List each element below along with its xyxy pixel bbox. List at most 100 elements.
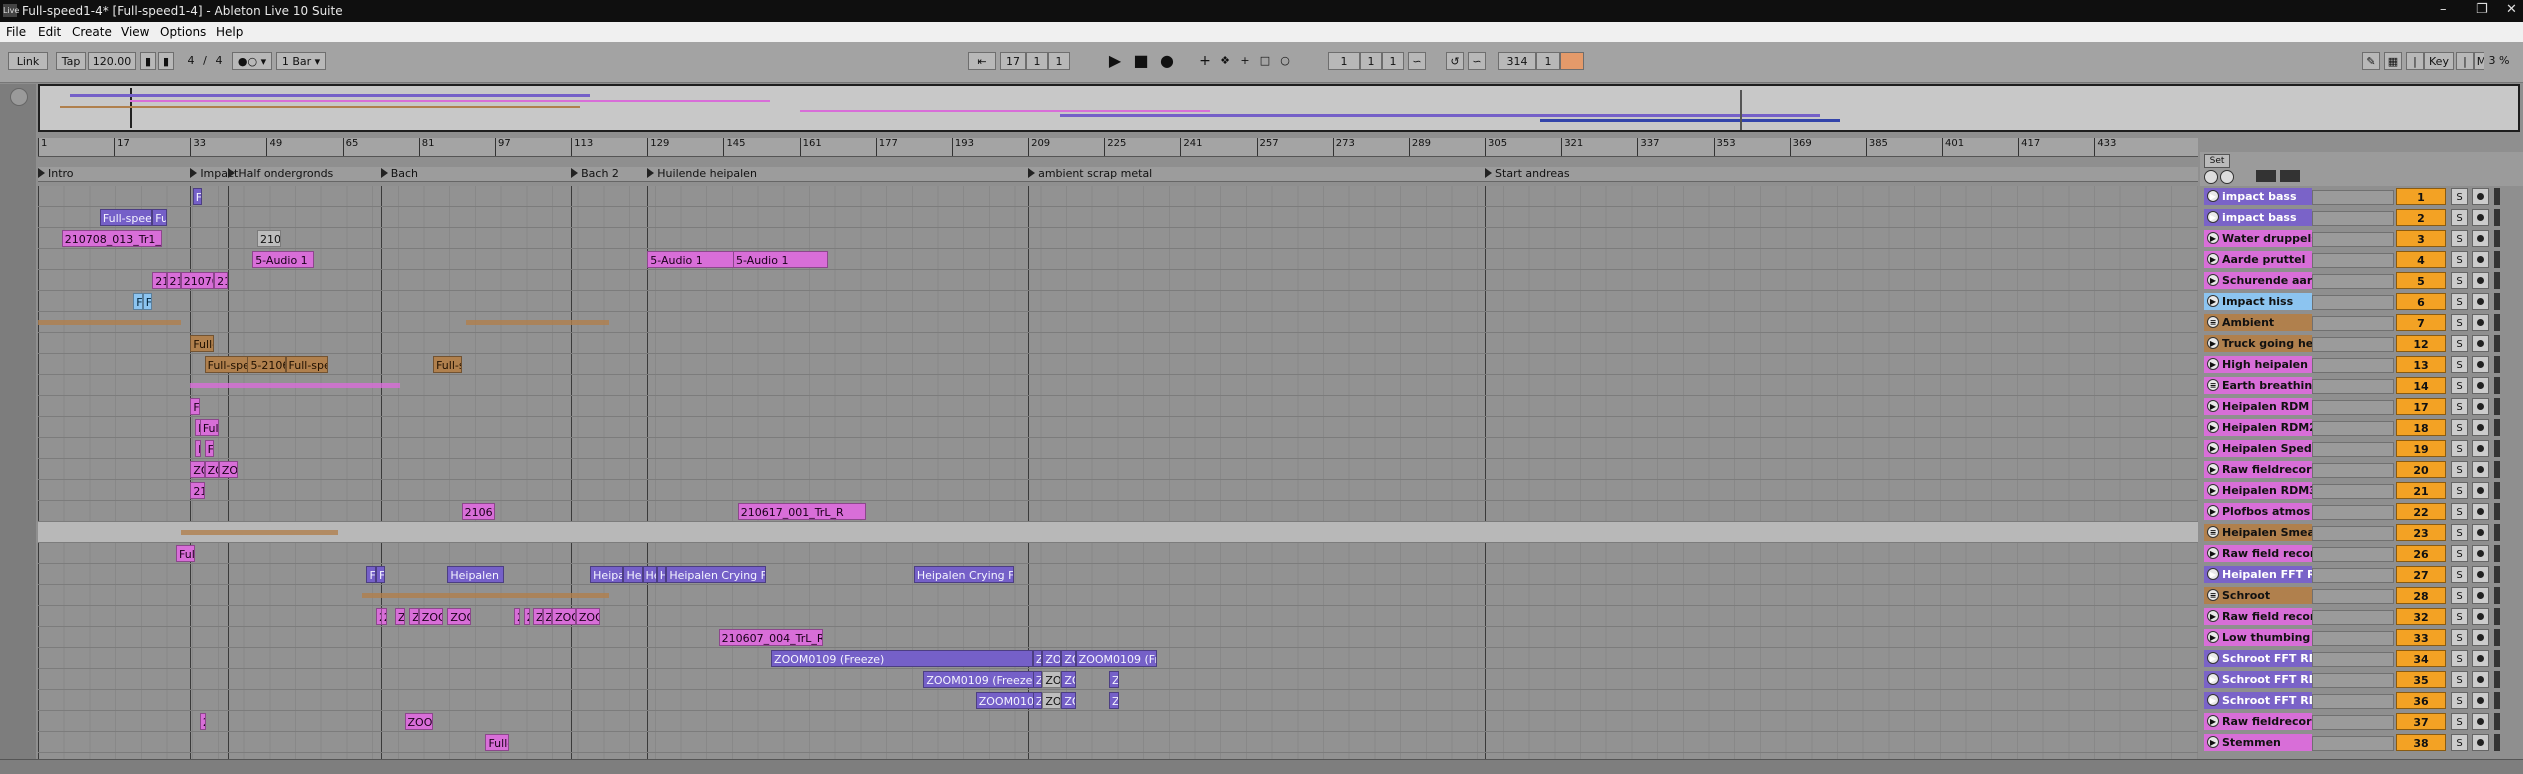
track-name[interactable]: ▶ Plofbos atmos — [2204, 503, 2312, 520]
track-activator-button[interactable]: 32 — [2396, 608, 2446, 625]
clip[interactable]: Full-s — [176, 545, 196, 562]
solo-button[interactable]: S — [2451, 734, 2468, 751]
record-icon[interactable]: ● — [1158, 52, 1176, 70]
loop-start-bar[interactable]: 1 — [1328, 52, 1360, 70]
arrangement-lane[interactable] — [38, 396, 2198, 417]
arm-record-button[interactable] — [2472, 293, 2489, 310]
group-fold-icon[interactable]: ≡ — [2207, 316, 2219, 328]
arrangement-lane[interactable] — [38, 312, 2198, 333]
track-header[interactable]: ≡ Schroot 28 S — [2200, 585, 2523, 606]
clip[interactable]: 210708_013_Tr1_2 — [61, 230, 162, 247]
track-name[interactable]: ▶ Aarde pruttel — [2204, 251, 2312, 268]
arrangement-lane[interactable] — [38, 291, 2198, 312]
arrangement-view[interactable]: FuFull-speeFu210708_013_Tr1_221075-Audio… — [38, 186, 2198, 759]
clip[interactable]: ZO — [1061, 650, 1076, 667]
track-activator-button[interactable]: 37 — [2396, 713, 2446, 730]
arm-record-button[interactable] — [2472, 713, 2489, 730]
arrangement-lane[interactable] — [38, 606, 2198, 627]
solo-button[interactable]: S — [2451, 692, 2468, 709]
arm-record-button[interactable] — [2472, 440, 2489, 457]
arm-record-button[interactable] — [2472, 272, 2489, 289]
clip[interactable]: 5-Audio 1 — [732, 251, 829, 268]
solo-button[interactable]: S — [2451, 293, 2468, 310]
track-header[interactable]: ▶ Raw field recor 26 S — [2200, 543, 2523, 564]
track-play-icon[interactable]: ▶ — [2207, 232, 2219, 244]
track-play-icon[interactable]: ▶ — [2207, 337, 2219, 349]
track-play-icon[interactable]: ▶ — [2207, 736, 2219, 748]
locator[interactable]: Intro — [38, 167, 74, 180]
track-play-icon[interactable]: ▶ — [2207, 547, 2219, 559]
loop-length-bar[interactable]: 314 — [1498, 52, 1536, 70]
loop-start-sixteenth[interactable]: 1 — [1382, 52, 1404, 70]
track-activator-button[interactable]: 2 — [2396, 209, 2446, 226]
track-activator-button[interactable]: 20 — [2396, 461, 2446, 478]
track-header[interactable]: ▶ Water druppels 3 S — [2200, 228, 2523, 249]
clip[interactable]: Full-speed1 — [285, 356, 329, 373]
menu-file[interactable]: File — [6, 25, 26, 39]
track-clip-slot[interactable] — [2312, 295, 2394, 310]
track-clip-slot[interactable] — [2312, 736, 2394, 751]
clip[interactable]: ZO( — [190, 461, 205, 478]
track-header[interactable]: ▶ impact bass 1 S — [2200, 186, 2523, 207]
clip[interactable]: 210 — [190, 482, 205, 499]
clip[interactable]: Fu — [133, 293, 143, 310]
clip[interactable]: ZO( — [204, 461, 219, 478]
track-play-icon[interactable]: ▶ — [2207, 358, 2219, 370]
track-name[interactable]: ▶ Raw field recor — [2204, 545, 2312, 562]
clip[interactable]: Full- — [199, 419, 219, 436]
clip[interactable]: 210617_001_TrL_R — [737, 503, 867, 520]
arrangement-lane[interactable] — [38, 270, 2198, 291]
clip[interactable]: 5-Audio 1 — [647, 251, 738, 268]
arm-record-button[interactable] — [2472, 461, 2489, 478]
track-header[interactable]: ▶ Low thumbing 33 S — [2200, 627, 2523, 648]
track-name[interactable]: ▶ Heipalen FFT R — [2204, 566, 2312, 583]
clip[interactable]: 21( — [214, 272, 229, 289]
track-name[interactable]: ▶ Schurende aard — [2204, 272, 2312, 289]
arrangement-lane[interactable] — [38, 711, 2198, 732]
clip[interactable]: 5-Audio 1 — [252, 251, 315, 268]
clip[interactable]: Heipalen Crying FFT Amp Stre — [913, 566, 1014, 583]
arm-record-button[interactable] — [2472, 671, 2489, 688]
track-activator-button[interactable]: 13 — [2396, 356, 2446, 373]
signature-numerator[interactable]: 4 — [182, 52, 200, 70]
clip[interactable]: Full-speed1 — [204, 356, 253, 373]
arm-record-button[interactable] — [2472, 566, 2489, 583]
loop-length-beat[interactable]: 1 — [1536, 52, 1560, 70]
track-clip-slot[interactable] — [2312, 232, 2394, 247]
clip[interactable]: ZC — [409, 608, 419, 625]
track-clip-slot[interactable] — [2312, 631, 2394, 646]
clip[interactable]: ZO( — [1042, 650, 1062, 667]
track-name[interactable]: ▶ Schroot FFT RD — [2204, 692, 2312, 709]
solo-button[interactable]: S — [2451, 587, 2468, 604]
track-clip-slot[interactable] — [2312, 694, 2394, 709]
clip[interactable]: 210708 — [180, 272, 215, 289]
quantize-menu[interactable]: 1 Bar ▾ — [276, 52, 326, 70]
clip[interactable]: Heipalen Crying — [447, 566, 505, 583]
clip[interactable]: 2 — [199, 713, 206, 730]
track-header[interactable]: ▶ Heipalen RDM2 18 S — [2200, 417, 2523, 438]
track-header[interactable]: ▶ High heipalen s 13 S — [2200, 354, 2523, 375]
signature-denominator[interactable]: 4 — [210, 52, 228, 70]
clip[interactable]: Full-sp — [190, 335, 215, 352]
solo-button[interactable]: S — [2451, 209, 2468, 226]
track-activator-button[interactable]: 27 — [2396, 566, 2446, 583]
loop-switch-icon[interactable]: ↺ — [1446, 52, 1464, 70]
track-clip-slot[interactable] — [2312, 190, 2394, 205]
clip[interactable]: ZOOM0109 (Fr — [975, 692, 1038, 709]
link-button[interactable]: Link — [8, 52, 48, 70]
punch-out-icon[interactable]: ∽ — [1468, 52, 1486, 70]
track-header[interactable]: ▶ Truck going hel 12 S — [2200, 333, 2523, 354]
clip[interactable]: Z — [1032, 650, 1043, 667]
solo-button[interactable]: S — [2451, 314, 2468, 331]
track-play-icon[interactable]: ▶ — [2207, 715, 2219, 727]
clip[interactable]: Fu — [375, 566, 386, 583]
solo-button[interactable]: S — [2451, 713, 2468, 730]
track-header[interactable]: ▶ Schurende aard 5 S — [2200, 270, 2523, 291]
track-name[interactable]: ▶ Water druppels — [2204, 230, 2312, 247]
clip[interactable]: ZO — [533, 608, 543, 625]
track-activator-button[interactable]: 4 — [2396, 251, 2446, 268]
nudge-down-icon[interactable]: ▮ — [140, 52, 156, 70]
arrangement-lane[interactable] — [38, 333, 2198, 354]
track-activator-button[interactable]: 35 — [2396, 671, 2446, 688]
track-name[interactable]: ≡ Earth breathing — [2204, 377, 2312, 394]
